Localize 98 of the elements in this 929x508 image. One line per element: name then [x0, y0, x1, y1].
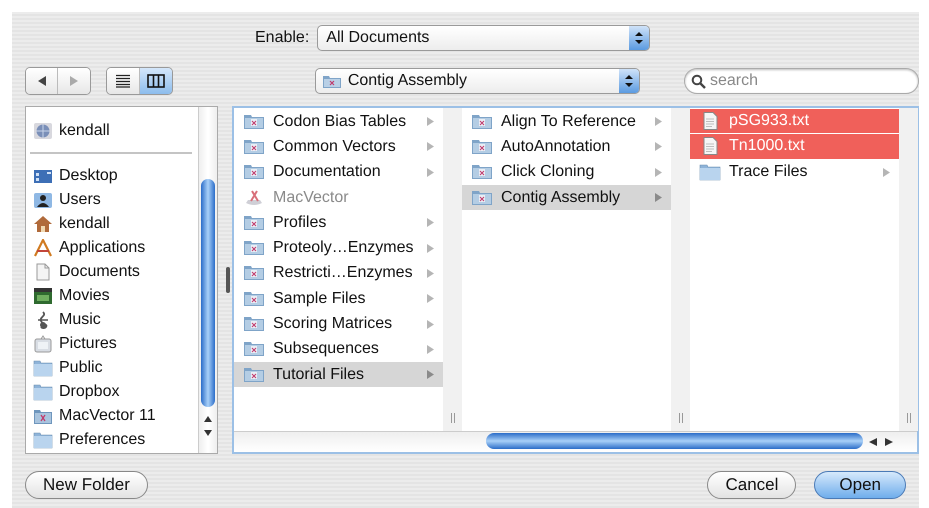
folder-icon	[243, 163, 265, 182]
desktop-icon	[33, 167, 53, 185]
sidebar-item[interactable]: Users	[26, 188, 198, 212]
folder-icon	[243, 315, 265, 334]
folder-item[interactable]: Profiles	[234, 210, 443, 236]
push-button[interactable]: New Folder	[25, 471, 148, 499]
splitter-handle[interactable]	[226, 267, 230, 293]
sidebar-item[interactable]: Pictures	[26, 332, 198, 356]
disclosure-arrow-icon	[882, 166, 891, 178]
column-resize-handle[interactable]	[671, 108, 690, 431]
disclosure-arrow-icon	[426, 293, 435, 304]
folder-icon	[699, 163, 721, 182]
disclosure-arrow-icon	[654, 192, 663, 204]
folder-icon	[33, 383, 53, 401]
disclosure-arrow-icon	[426, 369, 435, 380]
list-icon	[115, 74, 132, 88]
sidebar-item[interactable]: Applications	[26, 236, 198, 260]
folder-icon	[471, 138, 493, 156]
folder-icon	[243, 112, 265, 131]
list-view-button[interactable]	[107, 68, 140, 94]
sidebar-item[interactable]: MacVector 11	[26, 404, 198, 428]
folder-icon	[243, 239, 265, 258]
folder-item[interactable]: Restricti…Enzymes	[234, 260, 443, 286]
app-icon	[243, 188, 265, 207]
folder-icon	[243, 366, 265, 384]
folder-item[interactable]: Align To Reference	[462, 109, 671, 134]
disclosure-arrow-icon	[426, 318, 435, 330]
disclosure-arrow-icon	[426, 166, 435, 178]
scrollbar[interactable]	[198, 107, 218, 453]
sidebar-item[interactable]: Public	[26, 356, 198, 380]
folder-icon	[471, 112, 493, 131]
folder-icon	[471, 188, 493, 207]
folder-icon	[243, 214, 265, 232]
popup-arrows-icon	[629, 26, 650, 50]
sidebar-item[interactable]: Preferences	[26, 428, 198, 452]
disclosure-arrow-icon	[426, 217, 435, 228]
scroll-down-icon	[203, 429, 214, 437]
back-button[interactable]	[26, 68, 58, 94]
column-resize-handle[interactable]	[443, 108, 462, 431]
folder-icon	[471, 163, 493, 182]
appfolder-icon	[33, 407, 53, 425]
network-icon	[33, 122, 53, 140]
disclosure-arrow-icon	[426, 141, 435, 152]
folder-icon	[243, 138, 265, 156]
folder-item[interactable]: Contig Assembly	[462, 184, 671, 210]
folder-icon	[33, 359, 53, 377]
folder-item[interactable]: Trace Files	[690, 160, 899, 185]
scroll-right-icon	[883, 437, 895, 447]
sidebar-item[interactable]: Movies	[26, 284, 198, 308]
folder-icon	[243, 264, 265, 282]
forward-arrow-icon	[68, 75, 80, 87]
location-popup[interactable]: Contig Assembly	[314, 68, 640, 94]
scrollbar[interactable]	[234, 431, 917, 452]
folder-item[interactable]: Tutorial Files	[234, 362, 443, 388]
folder-item[interactable]: Scoring Matrices	[234, 311, 443, 337]
column-resize-handle[interactable]	[899, 108, 918, 431]
enable-label: Enable:	[255, 29, 310, 47]
folder-icon	[33, 431, 53, 449]
disclosure-arrow-icon	[426, 344, 435, 355]
folder-item[interactable]: Codon Bias Tables	[234, 109, 443, 134]
search-icon	[690, 74, 706, 89]
sidebar-item[interactable]: Documents	[26, 260, 198, 284]
disclosure-arrow-icon	[426, 268, 435, 279]
home-icon	[33, 215, 53, 233]
users-icon	[33, 191, 53, 209]
default-button[interactable]: Open	[814, 471, 906, 499]
disclosure-arrow-icon	[426, 116, 435, 128]
popup-arrows-icon	[618, 69, 639, 93]
folder-icon	[322, 73, 342, 89]
sidebar-item[interactable]: Desktop	[26, 164, 198, 188]
pictures-icon	[33, 335, 53, 353]
sidebar-item[interactable]: Music	[26, 308, 198, 332]
column-view-button[interactable]	[140, 68, 172, 94]
folder-item[interactable]: Click Cloning	[462, 160, 671, 185]
folder-item[interactable]: Common Vectors	[234, 134, 443, 160]
enable-popup[interactable]: All Documents	[317, 25, 650, 51]
folder-icon	[243, 340, 265, 358]
push-button[interactable]: Cancel	[707, 471, 796, 499]
columns-icon	[146, 74, 165, 88]
disclosure-arrow-icon	[426, 242, 435, 254]
movies-icon	[33, 287, 53, 305]
disclosure-arrow-icon	[654, 166, 663, 178]
sidebar-item[interactable]: Dropbox	[26, 380, 198, 404]
scroll-left-icon	[867, 437, 879, 447]
disclosure-arrow-icon	[654, 116, 663, 128]
folder-item[interactable]: AutoAnnotation	[462, 134, 671, 160]
sidebar-item[interactable]: kendall	[26, 212, 198, 236]
folder-item[interactable]: Documentation	[234, 160, 443, 185]
scroll-up-icon	[203, 415, 214, 423]
folder-item[interactable]: Sample Files	[234, 286, 443, 312]
disclosure-arrow-icon	[654, 141, 663, 152]
folder-item[interactable]: Subsequences	[234, 336, 443, 362]
apps-icon	[33, 239, 53, 257]
back-arrow-icon	[36, 75, 48, 87]
folder-item[interactable]: Proteoly…Enzymes	[234, 235, 443, 261]
search-field[interactable]: search	[684, 68, 919, 94]
sidebar-item[interactable]: kendall	[26, 119, 198, 143]
folder-icon	[243, 290, 265, 308]
